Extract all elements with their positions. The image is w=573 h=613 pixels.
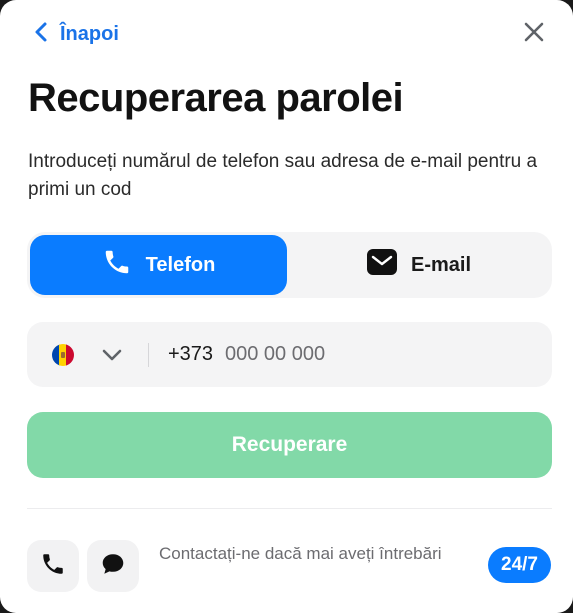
password-recovery-modal: Înapoi Recuperarea parolei Introduceți n… [0,0,573,613]
phone-field: +373 000 00 000 [27,322,552,387]
close-icon [523,21,545,48]
divider [27,508,552,509]
page-subtitle: Introduceți numărul de telefon sau adres… [28,151,538,200]
method-toggle: Telefon E-mail [27,232,552,298]
close-button[interactable] [518,18,550,50]
tab-phone-label: Telefon [145,253,216,276]
chat-bubble-icon [100,551,126,582]
chevron-left-icon [34,21,48,48]
country-selector[interactable] [27,322,147,387]
chevron-down-icon [101,344,123,371]
chat-support-button[interactable] [87,540,139,592]
mail-icon [366,249,397,281]
tab-email-label: E-mail [410,253,472,276]
page-title: Recuperarea parolei [28,76,404,120]
recover-button[interactable]: Recuperare [27,412,552,478]
phone-icon [40,551,66,582]
back-label: Înapoi [60,22,119,45]
tab-phone[interactable]: Telefon [30,235,287,295]
back-button[interactable]: Înapoi [34,20,119,48]
phone-input[interactable] [168,332,528,377]
call-support-button[interactable] [27,540,79,592]
contact-text: Contactați-ne dacă mai aveți întrebări [159,544,442,563]
field-divider [148,343,149,367]
modal-header: Înapoi [0,0,573,70]
moldova-flag-icon [52,344,74,366]
phone-icon [102,247,132,283]
tab-email[interactable]: E-mail [289,235,549,295]
availability-badge: 24/7 [488,547,551,583]
